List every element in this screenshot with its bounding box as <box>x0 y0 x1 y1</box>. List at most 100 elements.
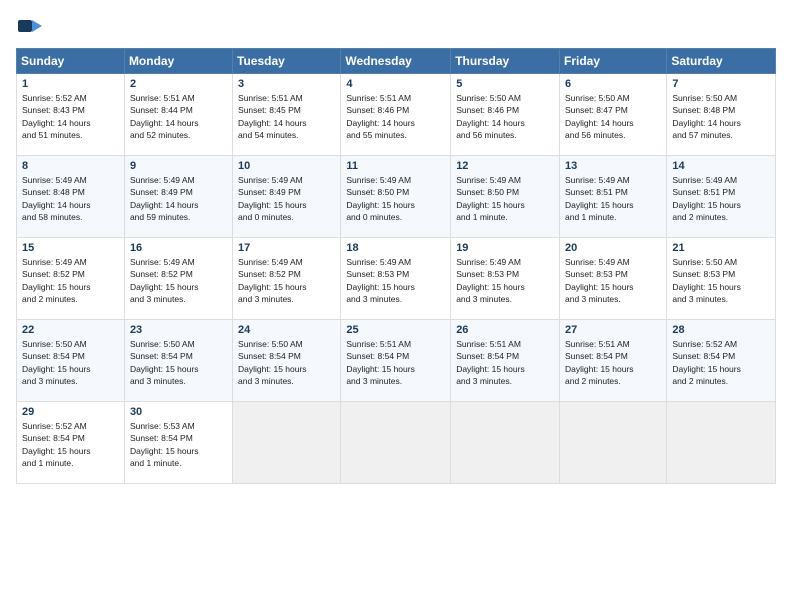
calendar-cell: 3 Sunrise: 5:51 AM Sunset: 8:45 PM Daylig… <box>233 74 341 156</box>
day-number: 12 <box>456 160 554 172</box>
day-info: Sunrise: 5:50 AM Sunset: 8:53 PM Dayligh… <box>672 256 770 305</box>
calendar-header-row: SundayMondayTuesdayWednesdayThursdayFrid… <box>17 49 776 74</box>
day-info: Sunrise: 5:49 AM Sunset: 8:53 PM Dayligh… <box>456 256 554 305</box>
day-info: Sunrise: 5:49 AM Sunset: 8:52 PM Dayligh… <box>238 256 335 305</box>
day-info: Sunrise: 5:51 AM Sunset: 8:45 PM Dayligh… <box>238 92 335 141</box>
calendar-cell: 24Sunrise: 5:50 AM Sunset: 8:54 PM Dayli… <box>233 320 341 402</box>
day-header-monday: Monday <box>124 49 232 74</box>
day-number: 26 <box>456 324 554 336</box>
calendar-cell: 12Sunrise: 5:49 AM Sunset: 8:50 PM Dayli… <box>451 156 560 238</box>
calendar-cell: 15 Sunrise: 5:49 AM Sunset: 8:52 PM Dayli… <box>17 238 125 320</box>
calendar-cell: 11Sunrise: 5:49 AM Sunset: 8:50 PM Dayli… <box>341 156 451 238</box>
day-number: 28 <box>672 324 770 336</box>
calendar-cell: 23Sunrise: 5:50 AM Sunset: 8:54 PM Dayli… <box>124 320 232 402</box>
day-info: Sunrise: 5:52 AM Sunset: 8:54 PM Dayligh… <box>22 420 119 469</box>
calendar-cell <box>451 402 560 484</box>
day-header-wednesday: Wednesday <box>341 49 451 74</box>
calendar-cell <box>233 402 341 484</box>
day-info: Sunrise: 5:52 AM Sunset: 8:43 PM Dayligh… <box>22 92 119 141</box>
day-number: 17 <box>238 242 335 254</box>
calendar-week-row: 22 Sunrise: 5:50 AM Sunset: 8:54 PM Dayli… <box>17 320 776 402</box>
day-info: Sunrise: 5:50 AM Sunset: 8:47 PM Dayligh… <box>565 92 661 141</box>
calendar-cell: 22 Sunrise: 5:50 AM Sunset: 8:54 PM Dayli… <box>17 320 125 402</box>
calendar-cell: 6 Sunrise: 5:50 AM Sunset: 8:47 PM Daylig… <box>560 74 667 156</box>
calendar-cell: 4Sunrise: 5:51 AM Sunset: 8:46 PM Daylig… <box>341 74 451 156</box>
day-info: Sunrise: 5:49 AM Sunset: 8:53 PM Dayligh… <box>346 256 445 305</box>
day-info: Sunrise: 5:51 AM Sunset: 8:54 PM Dayligh… <box>565 338 661 387</box>
calendar-cell <box>667 402 776 484</box>
page: SundayMondayTuesdayWednesdayThursdayFrid… <box>0 0 792 612</box>
day-info: Sunrise: 5:50 AM Sunset: 8:48 PM Dayligh… <box>672 92 770 141</box>
day-info: Sunrise: 5:49 AM Sunset: 8:52 PM Dayligh… <box>22 256 119 305</box>
day-number: 29 <box>22 406 119 418</box>
logo <box>16 12 46 40</box>
calendar-cell: 13 Sunrise: 5:49 AM Sunset: 8:51 PM Dayli… <box>560 156 667 238</box>
day-header-tuesday: Tuesday <box>233 49 341 74</box>
day-info: Sunrise: 5:49 AM Sunset: 8:50 PM Dayligh… <box>346 174 445 223</box>
day-number: 7 <box>672 78 770 90</box>
calendar-cell: 5 Sunrise: 5:50 AM Sunset: 8:46 PM Daylig… <box>451 74 560 156</box>
calendar-cell <box>341 402 451 484</box>
day-info: Sunrise: 5:51 AM Sunset: 8:54 PM Dayligh… <box>346 338 445 387</box>
calendar-cell: 25 Sunrise: 5:51 AM Sunset: 8:54 PM Dayli… <box>341 320 451 402</box>
calendar-cell: 10 Sunrise: 5:49 AM Sunset: 8:49 PM Dayli… <box>233 156 341 238</box>
calendar-cell: 17 Sunrise: 5:49 AM Sunset: 8:52 PM Dayli… <box>233 238 341 320</box>
day-number: 15 <box>22 242 119 254</box>
day-number: 13 <box>565 160 661 172</box>
calendar-cell: 1 Sunrise: 5:52 AM Sunset: 8:43 PM Daylig… <box>17 74 125 156</box>
calendar-cell: 27 Sunrise: 5:51 AM Sunset: 8:54 PM Dayli… <box>560 320 667 402</box>
calendar-cell: 30Sunrise: 5:53 AM Sunset: 8:54 PM Dayli… <box>124 402 232 484</box>
header <box>16 12 776 40</box>
day-number: 6 <box>565 78 661 90</box>
day-number: 27 <box>565 324 661 336</box>
calendar-cell: 9Sunrise: 5:49 AM Sunset: 8:49 PM Daylig… <box>124 156 232 238</box>
calendar-cell: 21Sunrise: 5:50 AM Sunset: 8:53 PM Dayli… <box>667 238 776 320</box>
calendar-cell: 26 Sunrise: 5:51 AM Sunset: 8:54 PM Dayli… <box>451 320 560 402</box>
calendar-cell: 7 Sunrise: 5:50 AM Sunset: 8:48 PM Daylig… <box>667 74 776 156</box>
day-number: 10 <box>238 160 335 172</box>
day-number: 5 <box>456 78 554 90</box>
day-number: 2 <box>130 78 227 90</box>
day-info: Sunrise: 5:51 AM Sunset: 8:54 PM Dayligh… <box>456 338 554 387</box>
calendar-cell <box>560 402 667 484</box>
calendar-cell: 29 Sunrise: 5:52 AM Sunset: 8:54 PM Dayli… <box>17 402 125 484</box>
calendar-week-row: 1 Sunrise: 5:52 AM Sunset: 8:43 PM Daylig… <box>17 74 776 156</box>
day-info: Sunrise: 5:49 AM Sunset: 8:52 PM Dayligh… <box>130 256 227 305</box>
day-info: Sunrise: 5:51 AM Sunset: 8:46 PM Dayligh… <box>346 92 445 141</box>
day-number: 24 <box>238 324 335 336</box>
day-header-saturday: Saturday <box>667 49 776 74</box>
day-number: 25 <box>346 324 445 336</box>
calendar-body: 1 Sunrise: 5:52 AM Sunset: 8:43 PM Daylig… <box>17 74 776 484</box>
calendar-cell: 8Sunrise: 5:49 AM Sunset: 8:48 PM Daylig… <box>17 156 125 238</box>
day-number: 1 <box>22 78 119 90</box>
day-number: 3 <box>238 78 335 90</box>
day-number: 20 <box>565 242 661 254</box>
day-number: 22 <box>22 324 119 336</box>
day-info: Sunrise: 5:49 AM Sunset: 8:49 PM Dayligh… <box>238 174 335 223</box>
day-info: Sunrise: 5:49 AM Sunset: 8:48 PM Dayligh… <box>22 174 119 223</box>
day-info: Sunrise: 5:51 AM Sunset: 8:44 PM Dayligh… <box>130 92 227 141</box>
day-number: 16 <box>130 242 227 254</box>
day-info: Sunrise: 5:49 AM Sunset: 8:53 PM Dayligh… <box>565 256 661 305</box>
calendar-week-row: 29 Sunrise: 5:52 AM Sunset: 8:54 PM Dayli… <box>17 402 776 484</box>
calendar-cell: 16 Sunrise: 5:49 AM Sunset: 8:52 PM Dayli… <box>124 238 232 320</box>
day-info: Sunrise: 5:50 AM Sunset: 8:54 PM Dayligh… <box>22 338 119 387</box>
day-header-thursday: Thursday <box>451 49 560 74</box>
day-info: Sunrise: 5:52 AM Sunset: 8:54 PM Dayligh… <box>672 338 770 387</box>
calendar-cell: 20 Sunrise: 5:49 AM Sunset: 8:53 PM Dayli… <box>560 238 667 320</box>
calendar-cell: 19Sunrise: 5:49 AM Sunset: 8:53 PM Dayli… <box>451 238 560 320</box>
calendar-cell: 18Sunrise: 5:49 AM Sunset: 8:53 PM Dayli… <box>341 238 451 320</box>
day-info: Sunrise: 5:50 AM Sunset: 8:46 PM Dayligh… <box>456 92 554 141</box>
calendar-week-row: 8Sunrise: 5:49 AM Sunset: 8:48 PM Daylig… <box>17 156 776 238</box>
calendar-week-row: 15 Sunrise: 5:49 AM Sunset: 8:52 PM Dayli… <box>17 238 776 320</box>
day-info: Sunrise: 5:49 AM Sunset: 8:51 PM Dayligh… <box>565 174 661 223</box>
calendar-cell: 2 Sunrise: 5:51 AM Sunset: 8:44 PM Daylig… <box>124 74 232 156</box>
day-info: Sunrise: 5:49 AM Sunset: 8:51 PM Dayligh… <box>672 174 770 223</box>
day-number: 9 <box>130 160 227 172</box>
day-header-friday: Friday <box>560 49 667 74</box>
day-number: 14 <box>672 160 770 172</box>
logo-icon <box>16 12 44 40</box>
calendar-cell: 14 Sunrise: 5:49 AM Sunset: 8:51 PM Dayli… <box>667 156 776 238</box>
calendar-cell: 28 Sunrise: 5:52 AM Sunset: 8:54 PM Dayli… <box>667 320 776 402</box>
day-info: Sunrise: 5:53 AM Sunset: 8:54 PM Dayligh… <box>130 420 227 469</box>
